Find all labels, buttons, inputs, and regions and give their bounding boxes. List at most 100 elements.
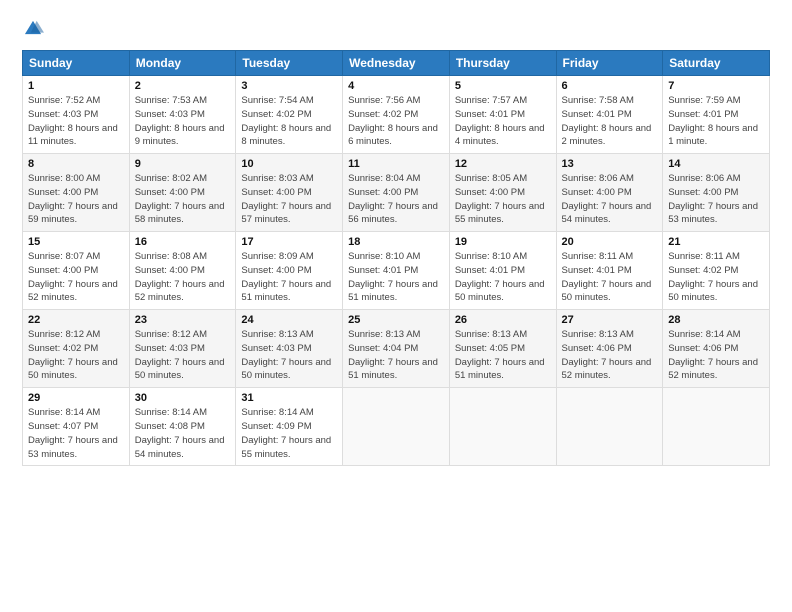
calendar-cell: 20 Sunrise: 8:11 AMSunset: 4:01 PMDayligh… — [556, 232, 663, 310]
calendar-cell: 5 Sunrise: 7:57 AMSunset: 4:01 PMDaylight… — [449, 76, 556, 154]
day-number: 23 — [135, 314, 231, 326]
calendar-cell: 30Sunrise: 8:14 AMSunset: 4:08 PMDayligh… — [129, 388, 236, 466]
day-number: 10 — [241, 158, 337, 170]
calendar-cell — [556, 388, 663, 466]
calendar-cell: 17 Sunrise: 8:09 AMSunset: 4:00 PMDayligh… — [236, 232, 343, 310]
day-info: Sunrise: 8:13 AMSunset: 4:06 PMDaylight:… — [562, 328, 658, 383]
calendar-week-5: 29Sunrise: 8:14 AMSunset: 4:07 PMDayligh… — [23, 388, 770, 466]
day-info: Sunrise: 7:57 AMSunset: 4:01 PMDaylight:… — [455, 94, 551, 149]
day-info: Sunrise: 8:09 AMSunset: 4:00 PMDaylight:… — [241, 250, 337, 305]
day-info: Sunrise: 8:14 AMSunset: 4:06 PMDaylight:… — [668, 328, 764, 383]
calendar-header-wednesday: Wednesday — [343, 51, 450, 76]
calendar-cell: 15Sunrise: 8:07 AMSunset: 4:00 PMDayligh… — [23, 232, 130, 310]
calendar-cell: 1 Sunrise: 7:52 AMSunset: 4:03 PMDaylight… — [23, 76, 130, 154]
calendar-cell: 3 Sunrise: 7:54 AMSunset: 4:02 PMDaylight… — [236, 76, 343, 154]
day-number: 26 — [455, 314, 551, 326]
day-info: Sunrise: 8:12 AMSunset: 4:03 PMDaylight:… — [135, 328, 231, 383]
calendar-cell: 28 Sunrise: 8:14 AMSunset: 4:06 PMDayligh… — [663, 310, 770, 388]
calendar-cell: 22 Sunrise: 8:12 AMSunset: 4:02 PMDayligh… — [23, 310, 130, 388]
calendar-week-2: 8 Sunrise: 8:00 AMSunset: 4:00 PMDaylight… — [23, 154, 770, 232]
calendar-cell: 6Sunrise: 7:58 AMSunset: 4:01 PMDaylight… — [556, 76, 663, 154]
day-info: Sunrise: 8:14 AMSunset: 4:07 PMDaylight:… — [28, 406, 124, 461]
calendar-cell: 23 Sunrise: 8:12 AMSunset: 4:03 PMDayligh… — [129, 310, 236, 388]
day-info: Sunrise: 7:53 AMSunset: 4:03 PMDaylight:… — [135, 94, 231, 149]
day-number: 27 — [562, 314, 658, 326]
day-number: 20 — [562, 236, 658, 248]
day-number: 2 — [135, 80, 231, 92]
calendar-header-saturday: Saturday — [663, 51, 770, 76]
calendar-header-sunday: Sunday — [23, 51, 130, 76]
header — [22, 18, 770, 40]
calendar-cell: 10 Sunrise: 8:03 AMSunset: 4:00 PMDayligh… — [236, 154, 343, 232]
calendar-cell: 16Sunrise: 8:08 AMSunset: 4:00 PMDayligh… — [129, 232, 236, 310]
day-number: 14 — [668, 158, 764, 170]
calendar-cell: 8 Sunrise: 8:00 AMSunset: 4:00 PMDaylight… — [23, 154, 130, 232]
day-number: 22 — [28, 314, 124, 326]
day-number: 8 — [28, 158, 124, 170]
day-number: 5 — [455, 80, 551, 92]
day-number: 11 — [348, 158, 444, 170]
calendar-cell: 14 Sunrise: 8:06 AMSunset: 4:00 PMDayligh… — [663, 154, 770, 232]
day-info: Sunrise: 8:00 AMSunset: 4:00 PMDaylight:… — [28, 172, 124, 227]
day-number: 25 — [348, 314, 444, 326]
day-info: Sunrise: 7:56 AMSunset: 4:02 PMDaylight:… — [348, 94, 444, 149]
day-info: Sunrise: 7:54 AMSunset: 4:02 PMDaylight:… — [241, 94, 337, 149]
day-info: Sunrise: 8:02 AMSunset: 4:00 PMDaylight:… — [135, 172, 231, 227]
calendar-cell: 26 Sunrise: 8:13 AMSunset: 4:05 PMDayligh… — [449, 310, 556, 388]
day-number: 17 — [241, 236, 337, 248]
calendar-cell: 12Sunrise: 8:05 AMSunset: 4:00 PMDayligh… — [449, 154, 556, 232]
calendar-header-friday: Friday — [556, 51, 663, 76]
day-info: Sunrise: 8:13 AMSunset: 4:04 PMDaylight:… — [348, 328, 444, 383]
day-number: 1 — [28, 80, 124, 92]
day-info: Sunrise: 8:08 AMSunset: 4:00 PMDaylight:… — [135, 250, 231, 305]
day-number: 18 — [348, 236, 444, 248]
calendar-cell: 24 Sunrise: 8:13 AMSunset: 4:03 PMDayligh… — [236, 310, 343, 388]
day-number: 3 — [241, 80, 337, 92]
day-info: Sunrise: 8:14 AMSunset: 4:09 PMDaylight:… — [241, 406, 337, 461]
day-info: Sunrise: 8:13 AMSunset: 4:03 PMDaylight:… — [241, 328, 337, 383]
day-info: Sunrise: 8:14 AMSunset: 4:08 PMDaylight:… — [135, 406, 231, 461]
page: SundayMondayTuesdayWednesdayThursdayFrid… — [0, 0, 792, 612]
calendar-header-row: SundayMondayTuesdayWednesdayThursdayFrid… — [23, 51, 770, 76]
calendar-cell: 31 Sunrise: 8:14 AMSunset: 4:09 PMDayligh… — [236, 388, 343, 466]
day-number: 13 — [562, 158, 658, 170]
calendar-header-thursday: Thursday — [449, 51, 556, 76]
day-number: 21 — [668, 236, 764, 248]
day-info: Sunrise: 8:11 AMSunset: 4:02 PMDaylight:… — [668, 250, 764, 305]
day-info: Sunrise: 8:13 AMSunset: 4:05 PMDaylight:… — [455, 328, 551, 383]
day-info: Sunrise: 8:04 AMSunset: 4:00 PMDaylight:… — [348, 172, 444, 227]
calendar-week-4: 22 Sunrise: 8:12 AMSunset: 4:02 PMDayligh… — [23, 310, 770, 388]
day-number: 15 — [28, 236, 124, 248]
calendar-cell: 2 Sunrise: 7:53 AMSunset: 4:03 PMDaylight… — [129, 76, 236, 154]
logo-icon — [22, 18, 44, 40]
calendar-cell: 9 Sunrise: 8:02 AMSunset: 4:00 PMDaylight… — [129, 154, 236, 232]
day-info: Sunrise: 8:06 AMSunset: 4:00 PMDaylight:… — [668, 172, 764, 227]
day-info: Sunrise: 8:05 AMSunset: 4:00 PMDaylight:… — [455, 172, 551, 227]
day-number: 24 — [241, 314, 337, 326]
calendar-week-3: 15Sunrise: 8:07 AMSunset: 4:00 PMDayligh… — [23, 232, 770, 310]
calendar-cell — [663, 388, 770, 466]
day-number: 31 — [241, 392, 337, 404]
calendar-cell: 4 Sunrise: 7:56 AMSunset: 4:02 PMDaylight… — [343, 76, 450, 154]
day-info: Sunrise: 7:59 AMSunset: 4:01 PMDaylight:… — [668, 94, 764, 149]
calendar-cell: 11 Sunrise: 8:04 AMSunset: 4:00 PMDayligh… — [343, 154, 450, 232]
day-info: Sunrise: 8:06 AMSunset: 4:00 PMDaylight:… — [562, 172, 658, 227]
calendar-cell: 27 Sunrise: 8:13 AMSunset: 4:06 PMDayligh… — [556, 310, 663, 388]
day-info: Sunrise: 8:03 AMSunset: 4:00 PMDaylight:… — [241, 172, 337, 227]
day-info: Sunrise: 8:10 AMSunset: 4:01 PMDaylight:… — [348, 250, 444, 305]
calendar-week-1: 1 Sunrise: 7:52 AMSunset: 4:03 PMDaylight… — [23, 76, 770, 154]
calendar-cell — [343, 388, 450, 466]
day-info: Sunrise: 7:52 AMSunset: 4:03 PMDaylight:… — [28, 94, 124, 149]
calendar-body: 1 Sunrise: 7:52 AMSunset: 4:03 PMDaylight… — [23, 76, 770, 466]
day-info: Sunrise: 8:12 AMSunset: 4:02 PMDaylight:… — [28, 328, 124, 383]
calendar-cell — [449, 388, 556, 466]
day-number: 28 — [668, 314, 764, 326]
calendar-cell: 19Sunrise: 8:10 AMSunset: 4:01 PMDayligh… — [449, 232, 556, 310]
day-number: 4 — [348, 80, 444, 92]
calendar-header-monday: Monday — [129, 51, 236, 76]
day-number: 9 — [135, 158, 231, 170]
day-info: Sunrise: 7:58 AMSunset: 4:01 PMDaylight:… — [562, 94, 658, 149]
day-info: Sunrise: 8:10 AMSunset: 4:01 PMDaylight:… — [455, 250, 551, 305]
day-info: Sunrise: 8:11 AMSunset: 4:01 PMDaylight:… — [562, 250, 658, 305]
calendar-cell: 18 Sunrise: 8:10 AMSunset: 4:01 PMDayligh… — [343, 232, 450, 310]
